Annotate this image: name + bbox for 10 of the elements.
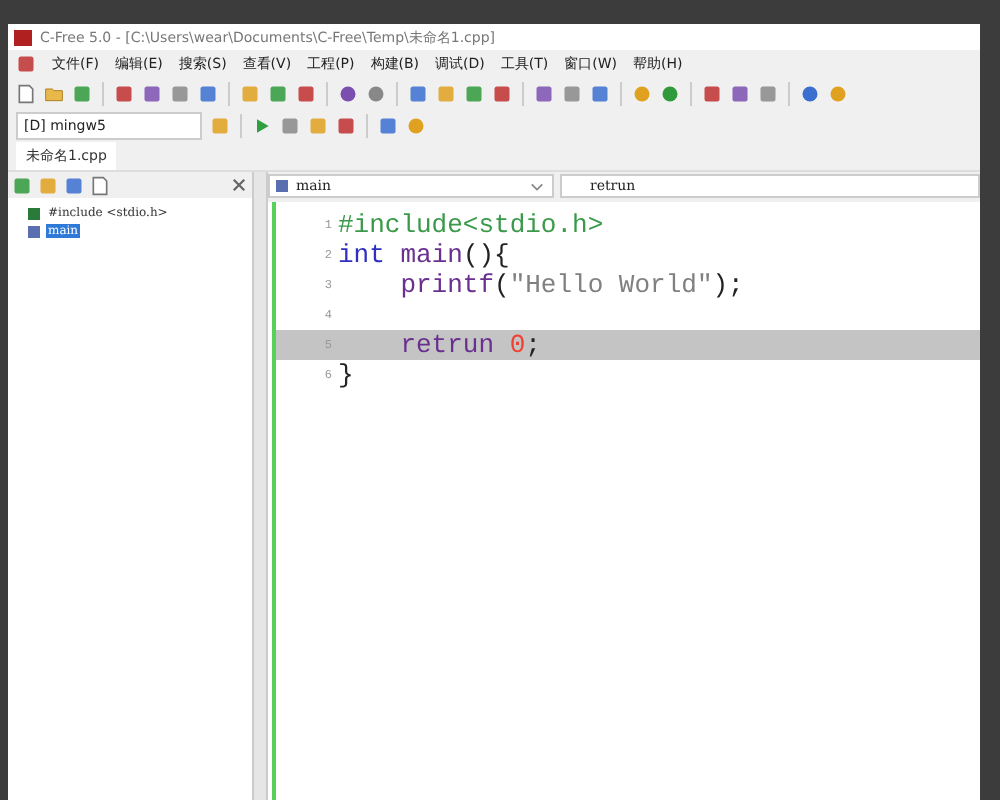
new-file-icon[interactable] bbox=[16, 84, 36, 104]
code-line: retrun 0; bbox=[398, 330, 541, 360]
folder-icon[interactable] bbox=[44, 84, 64, 104]
code-line: } bbox=[338, 360, 354, 390]
code-line: int main(){ bbox=[338, 240, 510, 270]
caret-icon bbox=[530, 181, 544, 191]
close-icon[interactable] bbox=[232, 178, 246, 192]
run-icon[interactable] bbox=[252, 116, 272, 136]
code-line: printf("Hello World"); bbox=[398, 270, 744, 300]
code-line: #include<stdio.h> bbox=[338, 210, 604, 240]
